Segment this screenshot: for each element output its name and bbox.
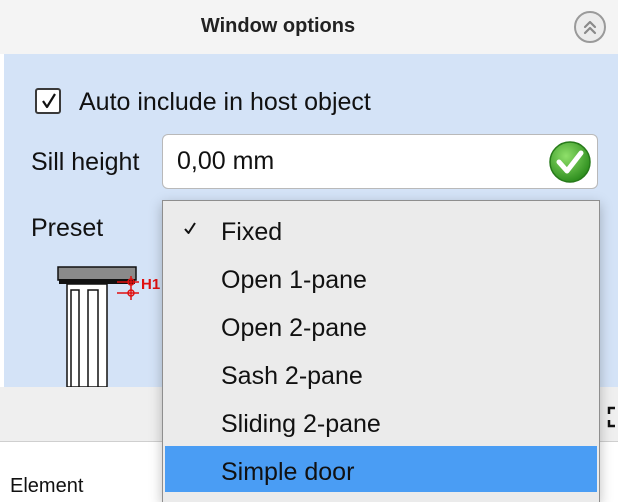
- sill-height-label: Sill height: [31, 148, 140, 176]
- preset-option-label: Fixed: [221, 218, 283, 246]
- sill-height-field[interactable]: 0,00 mm: [162, 134, 598, 189]
- preset-option-label: Sash 2-pane: [221, 362, 363, 390]
- auto-include-checkbox[interactable]: [35, 88, 61, 114]
- chevron-double-up-icon: [583, 20, 597, 35]
- preset-option-label: Sliding 2-pane: [221, 410, 381, 438]
- preset-option-sliding-2-pane[interactable]: Sliding 2-pane: [165, 398, 597, 444]
- preset-option-label: Open 2-pane: [221, 314, 367, 342]
- element-column-header: Element: [10, 475, 84, 497]
- auto-include-label[interactable]: Auto include in host object: [79, 88, 371, 117]
- preset-option-label: Simple door: [221, 458, 355, 486]
- sill-height-value: 0,00 mm: [177, 147, 275, 175]
- preset-option-fixed[interactable]: Fixed: [165, 206, 597, 252]
- panel-header: Window options: [0, 0, 618, 54]
- preset-dropdown-menu: Fixed Open 1-pane Open 2-pane Sash 2-pan…: [162, 200, 600, 502]
- preset-option-open-1-pane[interactable]: Open 1-pane: [165, 254, 597, 300]
- window-preview-diagram: H1: [57, 266, 160, 387]
- preset-option-simple-door[interactable]: Simple door: [165, 446, 597, 492]
- checkmark-icon: [42, 93, 56, 109]
- dimension-label-h1: H1: [141, 276, 160, 293]
- panel-title: Window options: [200, 15, 356, 37]
- preset-option-label: Open 1-pane: [221, 266, 367, 294]
- preset-label: Preset: [31, 214, 104, 242]
- expand-icon[interactable]: [606, 405, 618, 429]
- checkmark-icon: [184, 222, 196, 234]
- preset-option-sash-2-pane[interactable]: Sash 2-pane: [165, 350, 597, 396]
- green-check-icon: [549, 141, 591, 183]
- preset-option-open-2-pane[interactable]: Open 2-pane: [165, 302, 597, 348]
- collapse-panel-button[interactable]: [574, 11, 606, 43]
